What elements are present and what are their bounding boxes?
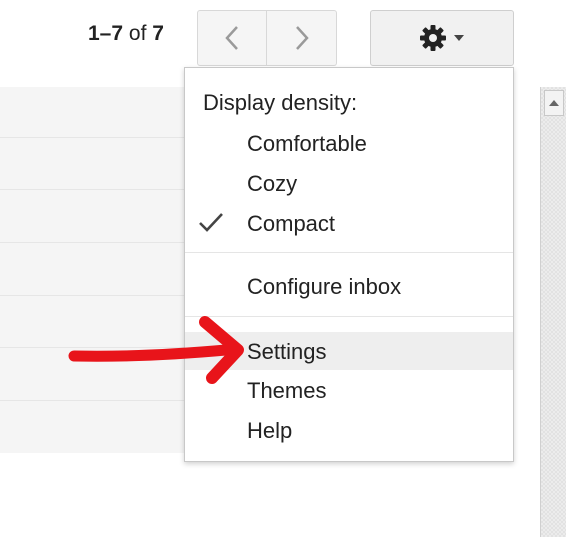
red-arrow-annotation	[68, 316, 244, 384]
